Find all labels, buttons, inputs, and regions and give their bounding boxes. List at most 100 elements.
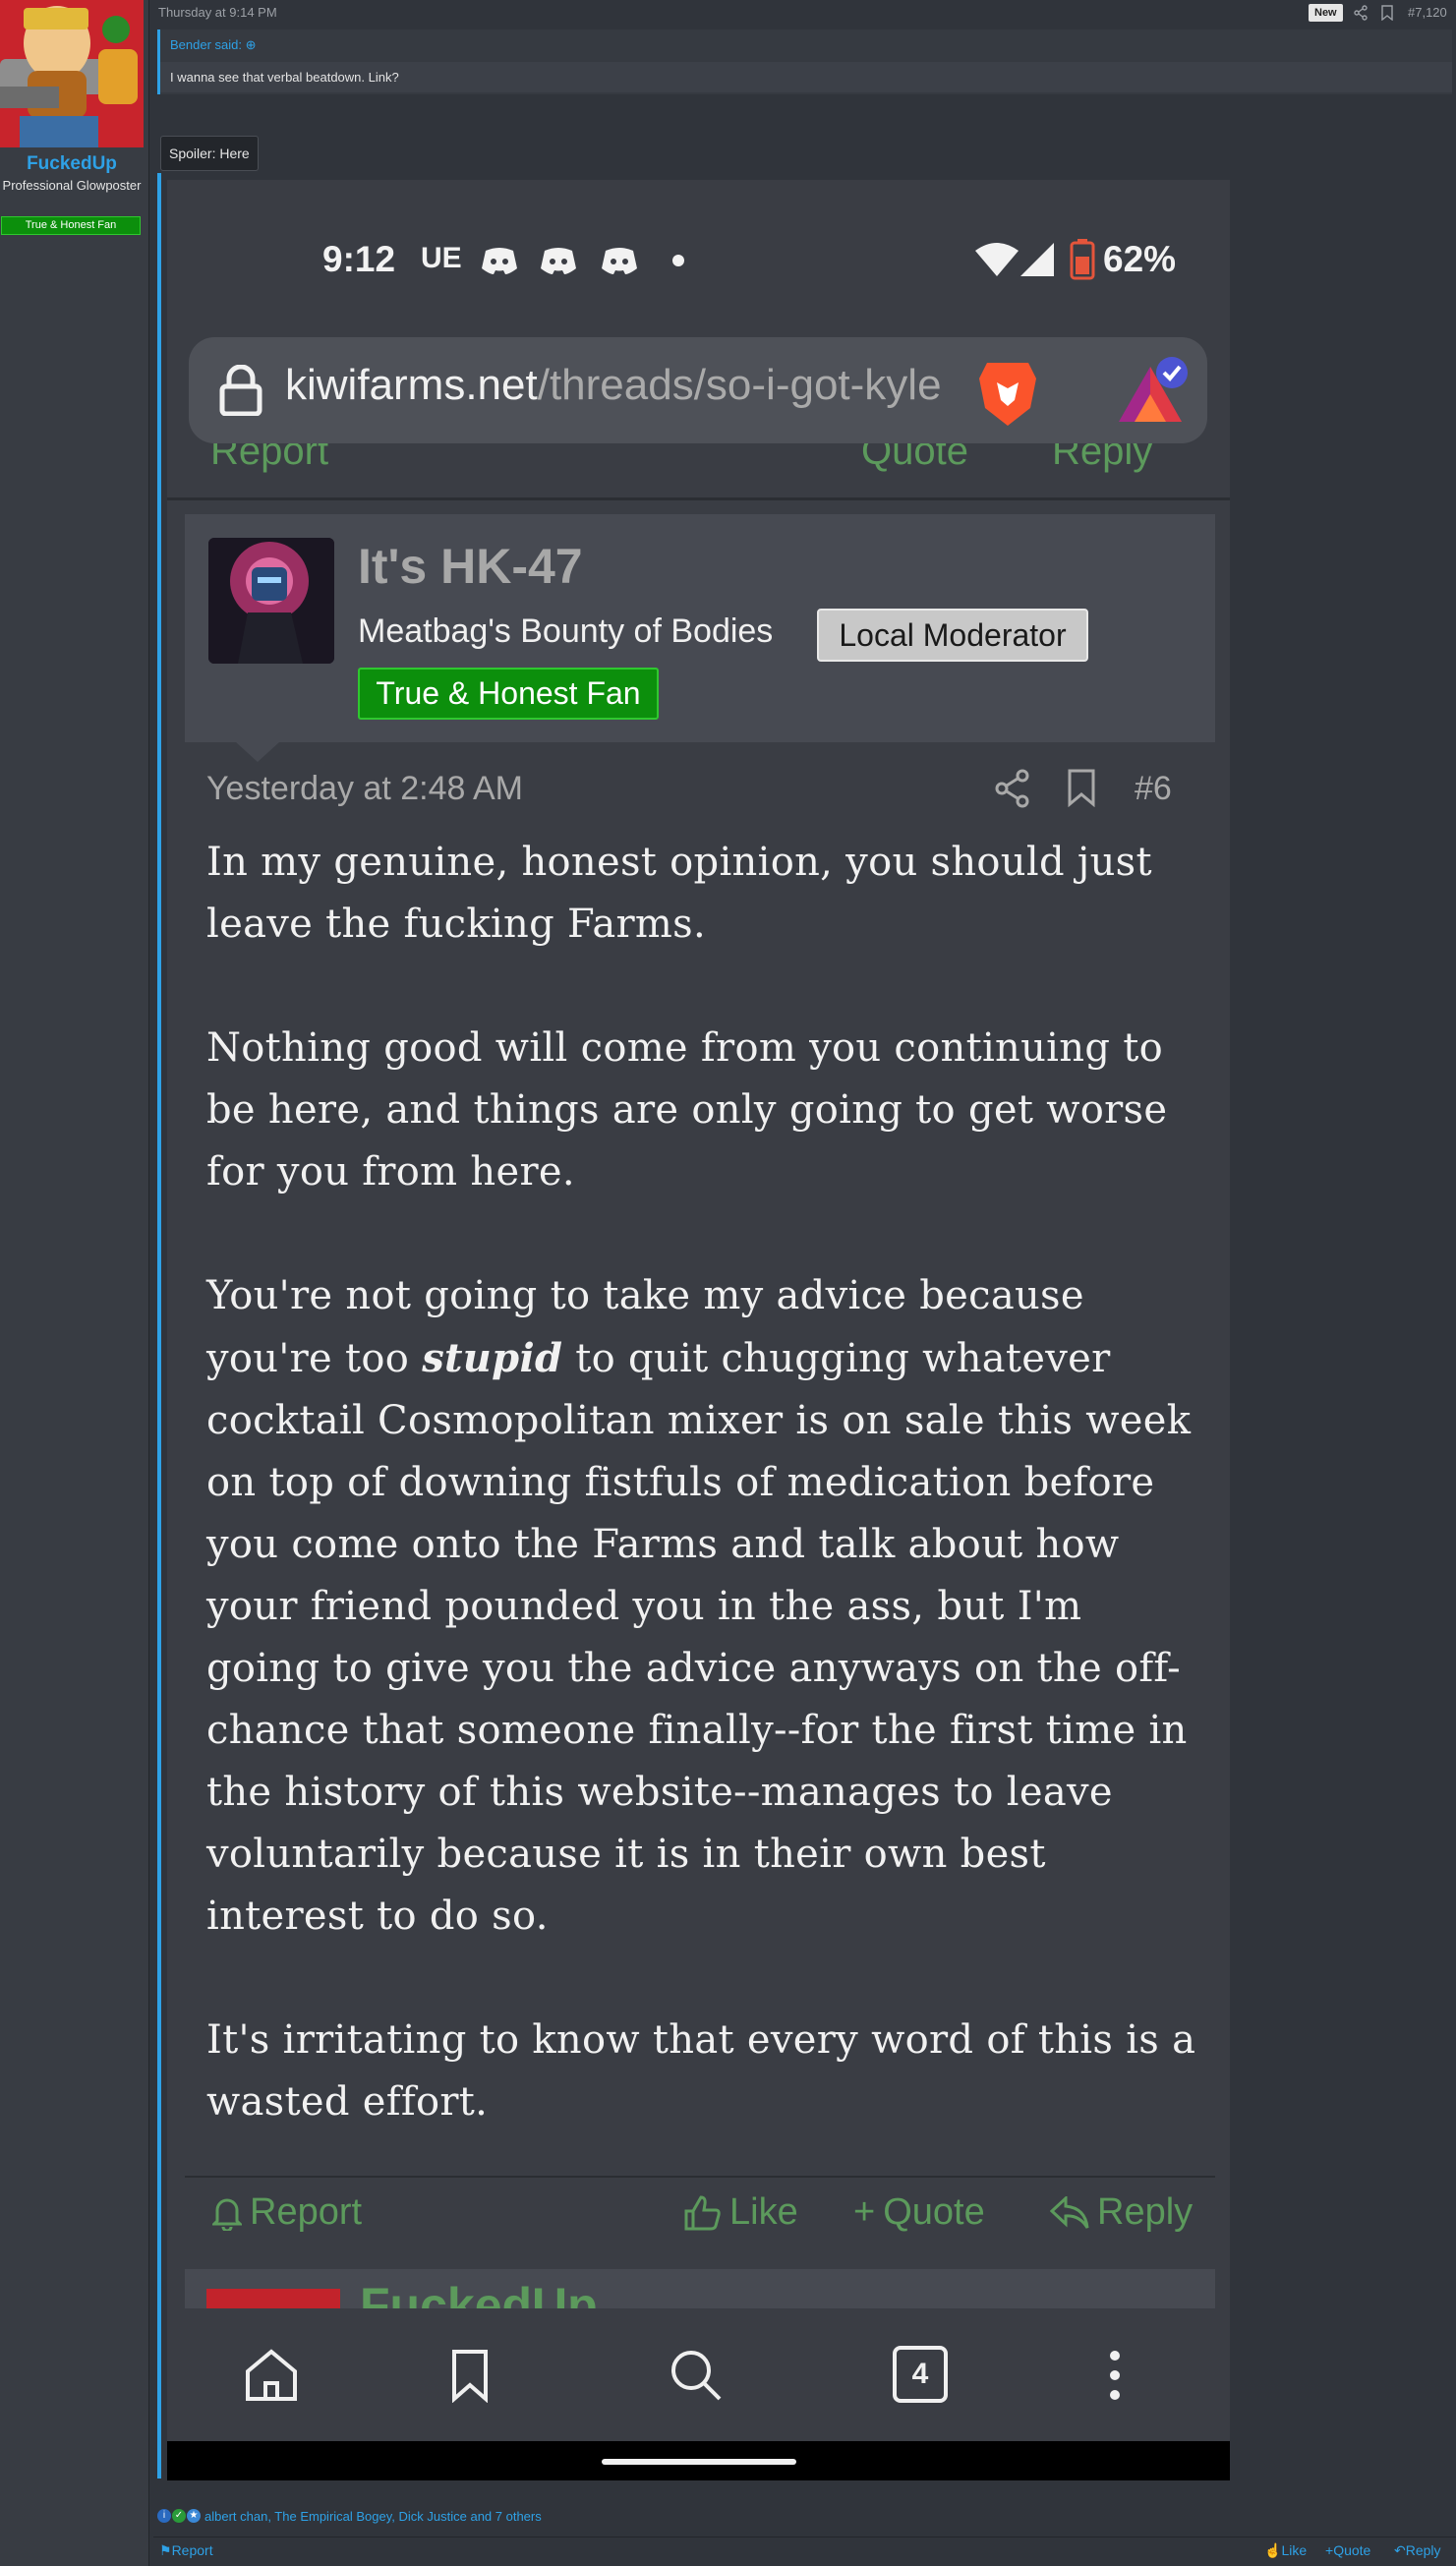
home-indicator[interactable] (602, 2459, 796, 2465)
status-carrier: UE (421, 242, 462, 274)
brave-shields-icon[interactable] (975, 357, 1040, 432)
reaction-users[interactable]: albert chan, The Empirical Bogey, Dick J… (204, 2509, 542, 2524)
thumbs-up-icon (684, 2194, 721, 2230)
footer-quote-button[interactable]: +Quote (1325, 2542, 1370, 2558)
footer-reply-button[interactable]: ↶Reply (1394, 2542, 1441, 2559)
signal-icon (1020, 243, 1054, 280)
user-banner: True & Honest Fan (1, 216, 141, 235)
emphasized-text: stupid (422, 1335, 563, 1381)
phone-status-bar: 9:12 UE 62% (167, 180, 1230, 342)
message-author-title: Meatbag's Bounty of Bodies (358, 612, 774, 650)
new-badge: New (1309, 4, 1343, 22)
share-icon[interactable] (993, 768, 1032, 813)
footer-like-label: Like (1281, 2542, 1308, 2558)
user-avatar[interactable] (0, 0, 144, 147)
reply-label: Reply (1097, 2191, 1194, 2233)
status-time: 9:12 (322, 239, 396, 279)
prev-report-link[interactable]: Report (210, 443, 328, 474)
quote-expand-icon[interactable]: ⊕ (246, 37, 257, 52)
username[interactable]: FuckedUp (0, 153, 144, 175)
bell-icon (212, 2198, 242, 2231)
message-meta: Yesterday at 2:48 AM #6 (185, 766, 1215, 815)
quote-block: Bender said: ⊕ I wanna see that verbal b… (157, 29, 1452, 94)
browser-bottom-nav: 4 (167, 2308, 1230, 2441)
fan-badge: True & Honest Fan (358, 668, 659, 720)
spoiler-button[interactable]: Spoiler: Here (160, 136, 259, 171)
reply-button[interactable]: Reply (1050, 2191, 1193, 2234)
spoiler-border (157, 173, 161, 2479)
informative-reaction-icon[interactable]: i (157, 2509, 171, 2523)
discord-icon (480, 245, 519, 280)
notification-dot-icon (672, 255, 684, 266)
browser-url-bar[interactable]: kiwifarms.net/threads/so-i-got-kyle (189, 337, 1207, 443)
brave-rewards-icon[interactable] (1113, 351, 1192, 434)
message-number[interactable]: #6 (1135, 770, 1172, 808)
footer-reply-label: Reply (1405, 2542, 1441, 2558)
bell-icon: ⚑ (159, 2542, 172, 2558)
message-paragraph: You're not going to take my advice becau… (206, 1265, 1201, 1948)
post-number[interactable]: #7,120 (1408, 5, 1447, 20)
wifi-icon (975, 243, 1019, 280)
prev-reply-link[interactable]: Reply (1052, 443, 1152, 474)
like-label: Like (729, 2191, 798, 2233)
bookmark-icon[interactable] (1380, 5, 1394, 26)
quote-text: I wanna see that verbal beatdown. Link? (160, 62, 1452, 92)
quote-author-label[interactable]: Bender said: (170, 37, 242, 52)
reply-icon: ↶ (1394, 2542, 1406, 2558)
quote-author[interactable]: Bender said: ⊕ (170, 37, 257, 53)
lock-icon (218, 364, 263, 420)
thumbs-up-icon: ☝ (1264, 2542, 1282, 2558)
message-author-bar: It's HK-47 Meatbag's Bounty of Bodies Lo… (185, 514, 1215, 742)
message-date[interactable]: Yesterday at 2:48 AM (206, 770, 523, 808)
message-paragraph: In my genuine, honest opinion, you shoul… (206, 840, 1152, 947)
user-title: Professional Glowposter (2, 178, 142, 193)
message-paragraph: It's irritating to know that every word … (206, 2017, 1196, 2125)
quote-label: Quote (883, 2191, 985, 2233)
prev-quote-link[interactable]: Quote (861, 443, 968, 474)
bookmark-icon[interactable] (1066, 768, 1097, 811)
url-text[interactable]: kiwifarms.net/threads/so-i-got-kyle (285, 361, 944, 420)
agree-reaction-icon[interactable]: ✓ (172, 2509, 186, 2523)
message-body: In my genuine, honest opinion, you shoul… (206, 832, 1201, 2195)
discord-icon (600, 245, 639, 280)
like-button[interactable]: Like (684, 2191, 798, 2234)
message-paragraph: Nothing good will come from you continui… (206, 1025, 1168, 1195)
plus-icon: + (853, 2191, 876, 2233)
user-sidebar: FuckedUp Professional Glowposter True & … (0, 0, 149, 2566)
quote-button[interactable]: + Quote (853, 2191, 985, 2234)
footer-report-label: Report (171, 2542, 213, 2558)
search-icon[interactable] (669, 2348, 724, 2407)
report-button[interactable]: Report (212, 2191, 362, 2234)
url-path: /threads/so-i-got-kyle (537, 361, 942, 409)
discord-icon (539, 245, 578, 280)
message-actions: Report Like + Quote Reply (185, 2176, 1215, 2249)
bookmarks-icon[interactable] (450, 2348, 490, 2407)
tabs-button[interactable]: 4 (893, 2346, 948, 2403)
url-host: kiwifarms.net (285, 361, 538, 409)
message-card: It's HK-47 Meatbag's Bounty of Bodies Lo… (185, 514, 1215, 2249)
share-icon[interactable] (1353, 5, 1369, 26)
post-footer-actions: ⚑Report ☝Like +Quote ↶Reply (153, 2537, 1456, 2564)
hk47-avatar[interactable] (208, 538, 334, 664)
reaction-icons: i ✓ ★ (157, 2509, 201, 2523)
home-icon[interactable] (244, 2348, 299, 2407)
post-date[interactable]: Thursday at 9:14 PM (158, 5, 277, 20)
author-arrow (236, 742, 279, 762)
reply-icon (1050, 2195, 1089, 2229)
footer-report-button[interactable]: ⚑Report (159, 2542, 213, 2559)
status-battery: 62% (1103, 239, 1177, 279)
footer-like-button[interactable]: ☝Like (1264, 2542, 1307, 2559)
message-author-name[interactable]: It's HK-47 (358, 538, 583, 595)
post-header: Thursday at 9:14 PM New #7,120 (153, 0, 1456, 28)
embedded-screenshot[interactable]: 9:12 UE 62% kiwifarms.net/threads/so-i-g… (167, 180, 1230, 2480)
plus-icon: + (1325, 2542, 1334, 2558)
more-menu-icon[interactable] (1109, 2348, 1121, 2407)
battery-icon (1070, 239, 1095, 284)
report-label: Report (250, 2191, 363, 2233)
message-text: to quit chugging whatever cocktail Cosmo… (206, 1336, 1192, 1939)
footer-quote-label: Quote (1333, 2542, 1371, 2558)
reactions-bar: i ✓ ★ albert chan, The Empirical Bogey, … (157, 2507, 1455, 2529)
moderator-badge: Local Moderator (817, 609, 1088, 662)
winner-reaction-icon[interactable]: ★ (187, 2509, 201, 2523)
previous-post-actions: Report Quote Reply (167, 443, 1230, 500)
